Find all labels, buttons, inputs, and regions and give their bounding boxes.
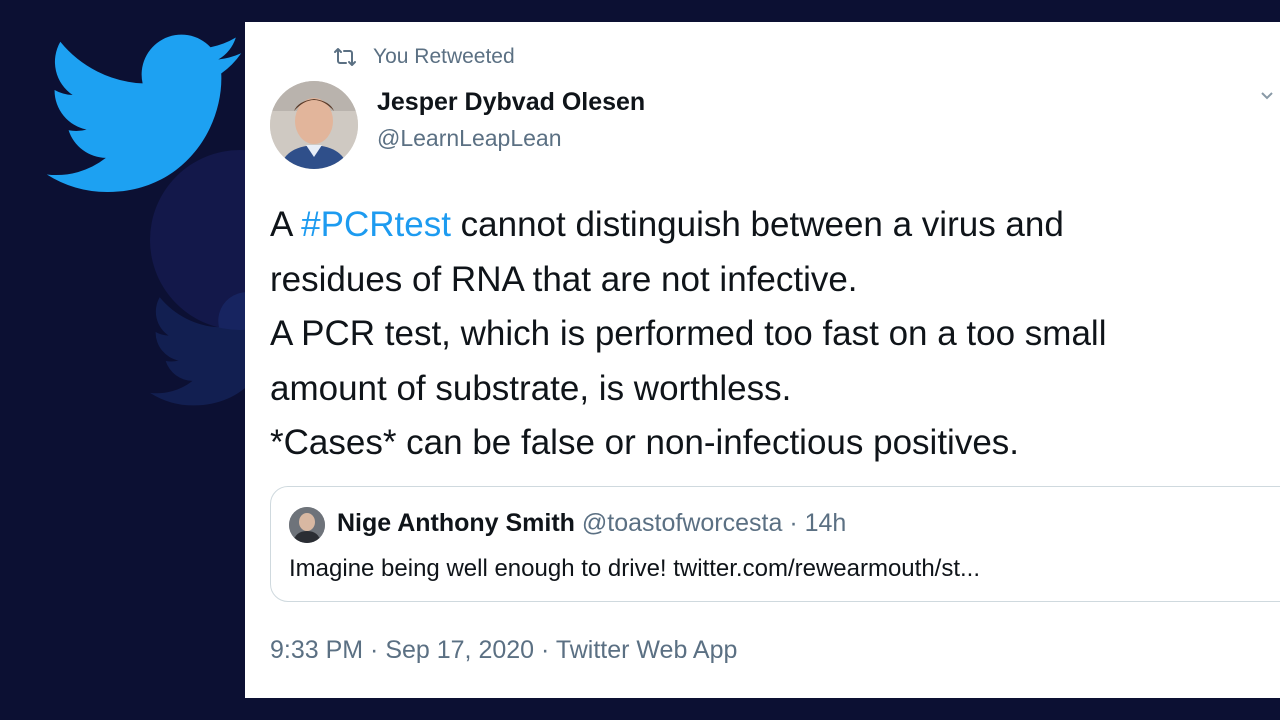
retweet-indicator: You Retweeted [333, 44, 515, 70]
tweet-line-4: amount of substrate, is worthless. [270, 368, 792, 408]
tweet-timestamp[interactable]: 9:33 PM · Sep 17, 2020 · Twitter Web App [270, 636, 737, 665]
tweet-line-1: A #PCRtest cannot distinguish between a … [270, 198, 1270, 253]
author-avatar[interactable] [270, 81, 358, 169]
tweet-text-segment: A [270, 205, 302, 244]
tweet-line-2: residues of RNA that are not infective. [270, 259, 858, 299]
author-name[interactable]: Jesper Dybvad Olesen [377, 88, 645, 117]
tweet-line-3: A PCR test, which is performed too fast … [270, 314, 1107, 353]
tweet-card[interactable]: You Retweeted Jesper Dybvad Olesen @Lear… [245, 22, 1280, 698]
quoted-avatar-image [289, 507, 325, 543]
chevron-down-icon[interactable] [1260, 88, 1274, 102]
quoted-author-name: Nige Anthony Smith [337, 509, 575, 537]
author-handle[interactable]: @LearnLeapLean [377, 125, 562, 152]
quoted-tweet[interactable]: Nige Anthony Smith @toastofworcesta · 14… [270, 486, 1280, 602]
tweet-text: A #PCRtest cannot distinguish between a … [270, 198, 1270, 471]
avatar-image [270, 81, 358, 169]
quoted-tweet-text: Imagine being well enough to drive! twit… [289, 555, 981, 582]
tweet-line-5: *Cases* can be false or non-infectious p… [270, 423, 1020, 462]
tweet-text-segment: cannot distinguish between a virus and [450, 205, 1064, 244]
quoted-author-meta: @toastofworcesta · 14h [581, 509, 847, 537]
retweet-icon [334, 48, 356, 66]
twitter-bird-icon [46, 34, 242, 192]
quoted-tweet-header: Nige Anthony Smith @toastofworcesta · 14… [337, 509, 846, 538]
hashtag-link[interactable]: #PCRtest [301, 205, 451, 244]
retweet-label: You Retweeted [373, 45, 515, 68]
quoted-author-avatar [289, 507, 325, 543]
